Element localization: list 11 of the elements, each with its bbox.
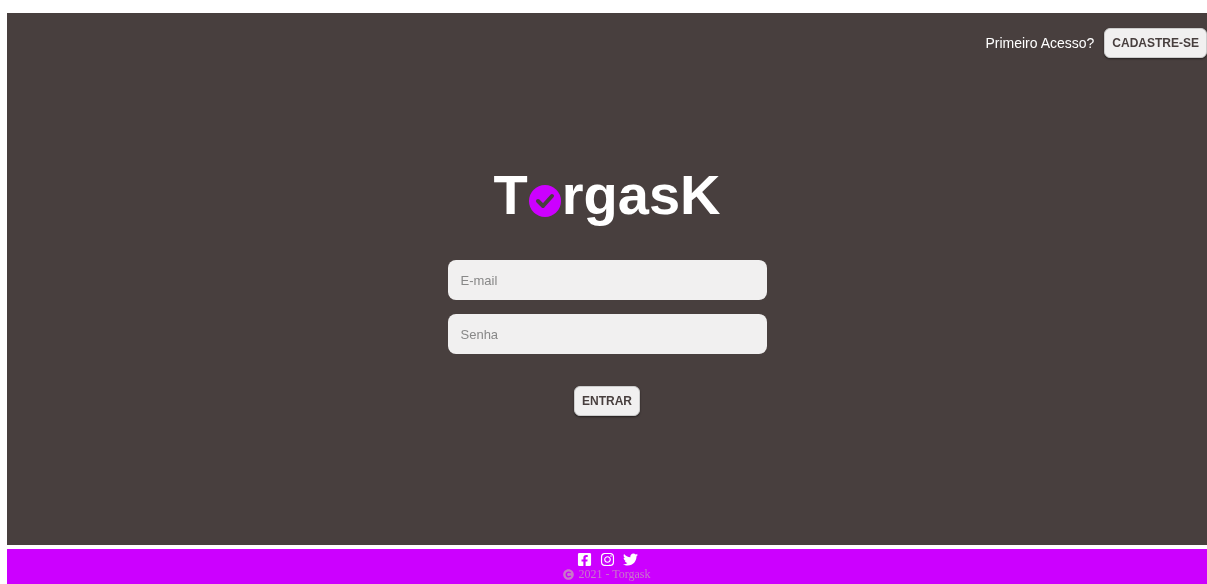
first-access-prompt: Primeiro Acesso?	[985, 35, 1095, 51]
copyright-text: 2021 - Torgask	[578, 567, 651, 582]
logo-text: T	[493, 167, 528, 223]
copyright-icon	[563, 569, 575, 580]
login-button[interactable]: ENTRAR	[574, 386, 640, 416]
signup-button[interactable]: CADASTRE-SE	[1104, 28, 1207, 58]
camera-outline-icon[interactable]	[599, 552, 615, 567]
bird-icon[interactable]	[622, 552, 638, 567]
input-field[interactable]: Senha	[447, 314, 767, 354]
check-circle-icon	[528, 185, 561, 217]
input-field[interactable]: E-mail	[447, 260, 767, 300]
